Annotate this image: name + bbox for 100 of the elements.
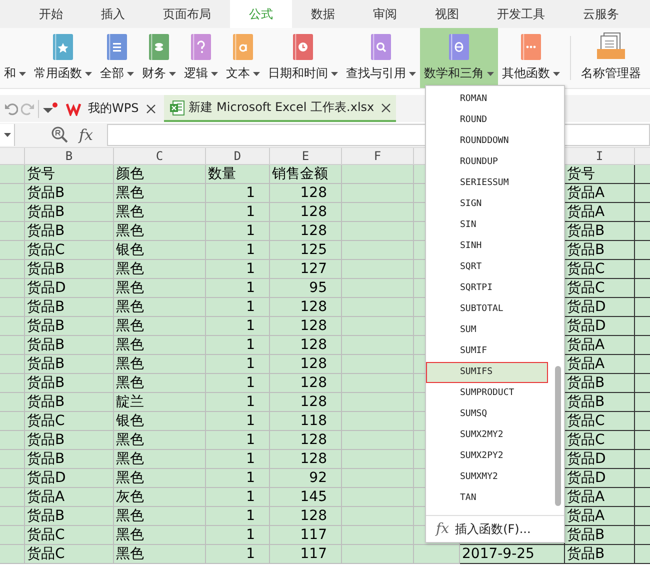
table-cell: 2017-9-25 (460, 545, 565, 564)
column-header[interactable]: F (342, 148, 414, 165)
menu-item[interactable]: fx 插入函数(F)... (426, 515, 564, 542)
menu-item[interactable]: SUMX2MY2 (426, 425, 564, 446)
menu-tab[interactable]: 公式 (230, 0, 292, 28)
table-cell: 1 (206, 374, 270, 393)
table-cell: 黑色 (114, 450, 206, 469)
menu-item[interactable]: SUBTOTAL (426, 299, 564, 320)
table-cell: 1 (206, 317, 270, 336)
table-cell: 货品A (565, 355, 635, 374)
table-cell: 货品B (25, 507, 114, 526)
menu-item[interactable]: ROUNDUP (426, 152, 564, 173)
table-cell: 128 (270, 355, 342, 374)
table-cell: 货品C (25, 545, 114, 564)
table-cell: 靛兰 (114, 393, 206, 412)
menu-item[interactable]: SUMPRODUCT (426, 383, 564, 404)
table-cell: 1 (206, 355, 270, 374)
ribbon-button[interactable]: 文本 (222, 28, 264, 88)
table-cell: 128 (270, 450, 342, 469)
menu-item[interactable]: SERIESSUM (426, 173, 564, 194)
table-cell: 128 (270, 393, 342, 412)
table-cell: 货品B (25, 260, 114, 279)
table-cell: 货品C (565, 279, 635, 298)
table-cell: 1 (206, 488, 270, 507)
column-header[interactable]: B (25, 148, 114, 165)
column-header[interactable]: I (565, 148, 635, 165)
table-cell: 货品D (565, 317, 635, 336)
table-cell: 1 (206, 450, 270, 469)
menu-item[interactable]: SQRT (426, 257, 564, 278)
table-cell: 127 (270, 260, 342, 279)
table-cell: 货品B (25, 298, 114, 317)
ribbon-button[interactable]: 日期和时间 (264, 28, 342, 88)
table-cell: 1 (206, 469, 270, 488)
menu-item[interactable]: SUMXMY2 (426, 467, 564, 488)
menu-item[interactable]: TAN (426, 488, 564, 509)
table-cell: 货品D (565, 298, 635, 317)
table-cell: 黑色 (114, 526, 206, 545)
menu-item[interactable]: SUMIFS (426, 362, 548, 383)
table-cell: 银色 (114, 412, 206, 431)
menu-tab[interactable]: 云服务 (564, 0, 638, 28)
table-cell: 货品B (25, 203, 114, 222)
table-cell: 黑色 (114, 374, 206, 393)
menu-item[interactable]: SINH (426, 236, 564, 257)
table-cell: 货品A (565, 488, 635, 507)
menu-tab[interactable]: 视图 (416, 0, 478, 28)
table-cell: 货品B (25, 393, 114, 412)
table-cell: 灰色 (114, 488, 206, 507)
table-cell: 货品C (565, 412, 635, 431)
menu-item[interactable]: SUMX2PY2 (426, 446, 564, 467)
menu-tab[interactable]: 审阅 (354, 0, 416, 28)
menu-tab[interactable]: 插入 (82, 0, 144, 28)
menu-item[interactable]: ROUNDDOWN (426, 131, 564, 152)
ribbon-button[interactable]: 和 (0, 28, 30, 88)
menu-tab[interactable]: 数据 (292, 0, 354, 28)
menu-tab[interactable]: 页面布局 (144, 0, 230, 28)
table-cell: 货品B (25, 374, 114, 393)
menu-item[interactable]: SIN (426, 215, 564, 236)
menu-item[interactable]: SUM (426, 320, 564, 341)
ribbon-button[interactable]: 财务 (138, 28, 180, 88)
column-header[interactable]: D (206, 148, 270, 165)
ribbon-button[interactable]: 逻辑 (180, 28, 222, 88)
table-cell: 黑色 (114, 431, 206, 450)
ribbon-button[interactable]: 查找与引用 (342, 28, 420, 88)
table-cell: 货品D (565, 450, 635, 469)
table-cell: 黑色 (114, 279, 206, 298)
table-cell: 货品C (25, 526, 114, 545)
menu-item[interactable]: ROMAN (426, 89, 564, 110)
table-cell: 货品C (565, 260, 635, 279)
table-cell: 货品D (25, 279, 114, 298)
column-header[interactable]: C (114, 148, 206, 165)
menu-item[interactable]: SQRTPI (426, 278, 564, 299)
ribbon-button[interactable]: 常用函数 (30, 28, 96, 88)
menu-item[interactable]: SUMIF (426, 341, 564, 362)
table-cell: 黑色 (114, 260, 206, 279)
ribbon-button[interactable]: 名称管理器 (577, 28, 645, 88)
document-tab[interactable]: 我的WPS (61, 95, 161, 122)
table-cell: 1 (206, 412, 270, 431)
table-cell: 1 (206, 393, 270, 412)
menu-tab[interactable]: 开发工具 (478, 0, 564, 28)
table-cell: 1 (206, 526, 270, 545)
table-cell: 货品B (565, 241, 635, 260)
table-cell: 黑色 (114, 336, 206, 355)
table-cell: 117 (270, 526, 342, 545)
ribbon-button[interactable]: 全部 (96, 28, 138, 88)
column-header[interactable]: E (270, 148, 342, 165)
table-cell: 128 (270, 336, 342, 355)
table-cell: 1 (206, 184, 270, 203)
menu-item[interactable]: SIGN (426, 194, 564, 215)
table-cell: 95 (270, 279, 342, 298)
menu-item[interactable]: SUMSQ (426, 404, 564, 425)
menu-item[interactable]: ROUND (426, 110, 564, 131)
ribbon-button[interactable]: 其他函数 (498, 28, 564, 88)
function-label[interactable]: fx (79, 126, 94, 144)
menu-tab[interactable]: 开始 (20, 0, 82, 28)
table-cell: 银色 (114, 241, 206, 260)
document-tab[interactable]: 新建 Microsoft Excel 工作表.xlsx (164, 95, 396, 122)
ribbon-button[interactable]: 数学和三角 (420, 28, 498, 88)
table-cell: 货品A (565, 203, 635, 222)
table-cell: 128 (270, 374, 342, 393)
table-cell: 黑色 (114, 203, 206, 222)
